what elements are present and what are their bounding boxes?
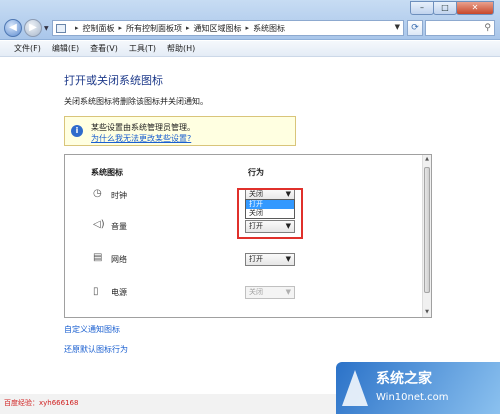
refresh-button[interactable]: ⟳ <box>407 20 423 36</box>
scroll-down-icon[interactable]: ▼ <box>423 308 431 317</box>
page-description: 关闭系统图标将删除该图标并关闭通知。 <box>64 97 208 106</box>
breadcrumb-separator-icon[interactable]: ▸ <box>119 24 123 32</box>
row-label-volume: 音量 <box>111 222 127 231</box>
search-icon: ⚲ <box>484 23 491 33</box>
page-title: 打开或关闭系统图标 <box>64 74 163 87</box>
power-icon: ▯ <box>93 286 99 297</box>
column-header-behavior: 行为 <box>248 168 264 177</box>
watermark-text: 百度经验：xyh666168 <box>4 399 79 407</box>
info-icon: i <box>71 125 83 137</box>
forward-button[interactable]: ▶ <box>24 19 42 37</box>
breadcrumb-separator-icon[interactable]: ▸ <box>186 24 190 32</box>
logo-url: Win10net.com <box>376 392 449 403</box>
breadcrumb-separator-icon[interactable]: ▸ <box>246 24 250 32</box>
site-logo: 系统之家 Win10net.com <box>336 362 500 414</box>
row-label-power: 电源 <box>111 288 127 297</box>
breadcrumb-all-items[interactable]: 所有控制面板项 <box>126 23 182 34</box>
menu-file[interactable]: 文件(F) <box>14 43 41 54</box>
vertical-scrollbar[interactable]: ▲ ▼ <box>422 155 431 317</box>
network-behavior-select[interactable]: 打开 ▼ <box>245 253 295 266</box>
content-area: 打开或关闭系统图标 关闭系统图标将删除该图标并关闭通知。 i 某些设置由系统管理… <box>0 58 500 394</box>
control-panel-icon <box>56 23 66 33</box>
power-behavior-select: 关闭 ▼ <box>245 286 295 299</box>
nav-buttons: ◀ ▶ ▼ <box>4 18 53 38</box>
breadcrumb-system-icons[interactable]: 系统图标 <box>253 23 285 34</box>
menu-tools[interactable]: 工具(T) <box>129 43 156 54</box>
menu-bar: 文件(F) 编辑(E) 查看(V) 工具(T) 帮助(H) <box>0 41 500 57</box>
logo-title: 系统之家 <box>376 371 432 387</box>
scrollbar-thumb[interactable] <box>424 167 430 293</box>
window-titlebar: – □ ✕ ◀ ▶ ▼ ▸ 控制面板 ▸ 所有控制面板项 ▸ 通知区域图标 ▸ … <box>0 0 500 40</box>
admin-info-box: i 某些设置由系统管理员管理。 为什么我无法更改某些设置? <box>64 116 296 146</box>
customize-notification-icons-link[interactable]: 自定义通知图标 <box>64 324 120 335</box>
close-button[interactable]: ✕ <box>456 1 494 15</box>
minimize-button[interactable]: – <box>410 1 434 15</box>
recent-pages-dropdown-icon[interactable]: ▼ <box>44 25 49 32</box>
why-cannot-change-link[interactable]: 为什么我无法更改某些设置? <box>91 133 191 144</box>
restore-default-behavior-link[interactable]: 还原默认图标行为 <box>64 344 128 355</box>
menu-view[interactable]: 查看(V) <box>90 43 118 54</box>
breadcrumb-notification-icons[interactable]: 通知区域图标 <box>194 23 242 34</box>
logo-mark-icon <box>342 370 368 406</box>
menu-help[interactable]: 帮助(H) <box>167 43 195 54</box>
breadcrumb-separator-icon[interactable]: ▸ <box>75 24 79 32</box>
red-highlight-box <box>237 188 303 239</box>
scroll-up-icon[interactable]: ▲ <box>423 155 431 164</box>
maximize-button[interactable]: □ <box>433 1 457 15</box>
network-behavior-value: 打开 <box>249 255 263 263</box>
clock-icon: ◷ <box>93 188 102 199</box>
search-input[interactable]: ⚲ <box>425 20 495 36</box>
address-dropdown-icon[interactable]: ▼ <box>395 23 400 31</box>
window-controls: – □ ✕ <box>410 1 494 15</box>
row-label-network: 网络 <box>111 255 127 264</box>
chevron-down-icon: ▼ <box>285 255 291 263</box>
network-icon: ▤ <box>93 252 103 263</box>
system-icons-panel: 系统图标 行为 ◷ 时钟 关闭 ▼ 打开 关闭 ◁) 音量 打开 ▼ ▤ 网络 … <box>64 154 432 318</box>
row-label-clock: 时钟 <box>111 191 127 200</box>
breadcrumb-control-panel[interactable]: 控制面板 <box>83 23 115 34</box>
column-header-system-icon: 系统图标 <box>91 168 123 177</box>
power-behavior-value: 关闭 <box>249 288 263 296</box>
chevron-down-icon: ▼ <box>285 288 291 296</box>
menu-edit[interactable]: 编辑(E) <box>52 43 79 54</box>
info-text: 某些设置由系统管理员管理。 <box>91 123 195 132</box>
volume-icon: ◁) <box>93 219 105 230</box>
back-button[interactable]: ◀ <box>4 19 22 37</box>
address-bar[interactable]: ▸ 控制面板 ▸ 所有控制面板项 ▸ 通知区域图标 ▸ 系统图标 ▼ <box>52 20 404 36</box>
